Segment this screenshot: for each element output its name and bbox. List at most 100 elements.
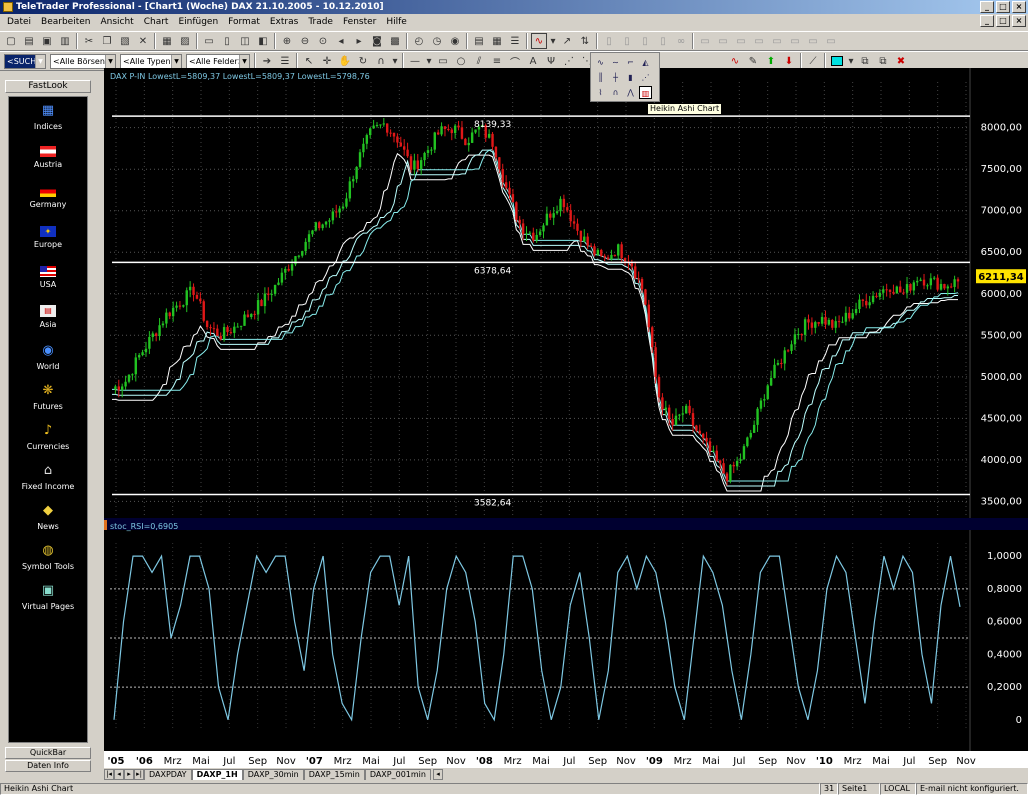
copy-icon[interactable]: ❐: [99, 33, 115, 49]
daten-info-button[interactable]: Daten Info: [5, 760, 91, 772]
binoculars-icon[interactable]: ∞: [673, 33, 689, 49]
exchanges-combo[interactable]: <Alle Börsen> ▼: [50, 53, 116, 69]
mdi-close-button[interactable]: ×: [1012, 15, 1026, 27]
fastlook-item-virtual-pages[interactable]: ▣ Virtual Pages: [9, 577, 87, 617]
tool4-icon[interactable]: ▭: [751, 33, 767, 49]
renko-chart-icon[interactable]: ∩: [609, 86, 622, 99]
menu-fenster[interactable]: Fenster: [338, 17, 381, 27]
trendline-icon[interactable]: ⟋: [805, 53, 821, 69]
fastlook-item-germany[interactable]: Germany: [9, 177, 87, 217]
tool3-icon[interactable]: ▭: [733, 33, 749, 49]
cut-icon[interactable]: ✂: [81, 33, 97, 49]
print-icon[interactable]: ▦: [159, 33, 175, 49]
maximize-button[interactable]: □: [996, 1, 1010, 13]
hand-icon[interactable]: ✋: [337, 53, 353, 69]
arrow-down-icon[interactable]: ⬇: [781, 53, 797, 69]
fastlook-item-world[interactable]: ◉ World: [9, 337, 87, 377]
list-icon[interactable]: ☰: [507, 33, 523, 49]
table-icon[interactable]: ▤: [471, 33, 487, 49]
draw-icon[interactable]: ✎: [745, 53, 761, 69]
zoom-all-icon[interactable]: ⊙: [315, 33, 331, 49]
doc-icon[interactable]: ▯: [601, 33, 617, 49]
monitor-icon[interactable]: ▭: [201, 33, 217, 49]
menu-ansicht[interactable]: Ansicht: [95, 17, 138, 27]
wave-chart-icon[interactable]: ∼: [609, 56, 622, 69]
menu-extras[interactable]: Extras: [265, 17, 303, 27]
tool7-icon[interactable]: ▭: [805, 33, 821, 49]
point-chart-icon[interactable]: ⋰: [639, 71, 652, 84]
pitchfork-icon[interactable]: Ψ: [543, 53, 559, 69]
chart-type-dropdown-icon[interactable]: ▾: [549, 33, 557, 49]
doc3-icon[interactable]: ▯: [637, 33, 653, 49]
mdi-minimize-button[interactable]: _: [980, 15, 994, 27]
clock-icon[interactable]: ◴: [411, 33, 427, 49]
chart-table-icon[interactable]: ▦: [489, 33, 505, 49]
minimize-button[interactable]: _: [980, 1, 994, 13]
fastlook-item-news[interactable]: ◆ News: [9, 497, 87, 537]
quickbar-button[interactable]: QuickBar: [5, 747, 91, 759]
screen-icon[interactable]: ▯: [219, 33, 235, 49]
tab-daxpday[interactable]: DAXPDAY: [144, 769, 192, 780]
save-icon[interactable]: ▣: [39, 33, 55, 49]
close-button[interactable]: ×: [1012, 1, 1026, 13]
swing-chart-icon[interactable]: ⋀: [624, 86, 637, 99]
text-icon[interactable]: A: [525, 53, 541, 69]
fastlook-item-futures[interactable]: ❋ Futures: [9, 377, 87, 417]
color-icon[interactable]: [829, 53, 845, 69]
fastlook-item-asia[interactable]: ▤ Asia: [9, 297, 87, 337]
wave-icon[interactable]: ∿: [727, 53, 743, 69]
menu-einfuegen[interactable]: Einfügen: [173, 17, 223, 27]
tool2-icon[interactable]: ▭: [715, 33, 731, 49]
select-objects-icon[interactable]: ⧉: [857, 53, 873, 69]
scroll-right-icon[interactable]: ▸: [351, 33, 367, 49]
fastlook-item-europe[interactable]: ✦ Europe: [9, 217, 87, 257]
chart-type-icon[interactable]: ∿: [531, 33, 547, 49]
scroll-left-icon[interactable]: ◂: [333, 33, 349, 49]
bar-chart-icon[interactable]: ║: [594, 71, 607, 84]
fastlook-item-indices[interactable]: ▦ Indices: [9, 97, 87, 137]
ball-icon[interactable]: ◉: [447, 33, 463, 49]
rotate-icon[interactable]: ↻: [355, 53, 371, 69]
fields-combo[interactable]: <Alle Felder> ▼: [186, 53, 250, 69]
list-view-icon[interactable]: ☰: [277, 53, 293, 69]
tab-last-icon[interactable]: ▸|: [134, 769, 144, 780]
tool1-icon[interactable]: ▭: [697, 33, 713, 49]
tool5-icon[interactable]: ▭: [769, 33, 785, 49]
delete-icon[interactable]: ✕: [135, 33, 151, 49]
color-dropdown-icon[interactable]: ▾: [847, 53, 855, 69]
doc2-icon[interactable]: ▯: [619, 33, 635, 49]
tab-daxp-1h[interactable]: DAXP_1H: [191, 769, 243, 780]
fastlook-item-usa[interactable]: USA: [9, 257, 87, 297]
doc4-icon[interactable]: ▯: [655, 33, 671, 49]
print-preview-icon[interactable]: ▨: [177, 33, 193, 49]
go-icon[interactable]: ➔: [259, 53, 275, 69]
menu-format[interactable]: Format: [223, 17, 265, 27]
save-all-icon[interactable]: ▥: [57, 33, 73, 49]
magnet-dropdown-icon[interactable]: ▾: [391, 53, 399, 69]
open-icon[interactable]: ▤: [21, 33, 37, 49]
types-combo[interactable]: <Alle Typen> ▼: [120, 53, 182, 69]
ohlc-chart-icon[interactable]: ┼: [609, 71, 622, 84]
clock-select-icon[interactable]: ◷: [429, 33, 445, 49]
tab-daxp-001min[interactable]: DAXP_001min: [364, 769, 431, 780]
fastlook-item-fixed-income[interactable]: ⌂ Fixed Income: [9, 457, 87, 497]
menu-datei[interactable]: Datei: [2, 17, 36, 27]
fastlook-item-symbol-tools[interactable]: ◍ Symbol Tools: [9, 537, 87, 577]
line-chart-icon[interactable]: ∿: [594, 56, 607, 69]
fastlook-item-currencies[interactable]: ♪ Currencies: [9, 417, 87, 457]
chart-area[interactable]: 8000,00 7500,00 7000,00 6500,00 6000,00 5500,…: [104, 68, 1028, 768]
tab-first-icon[interactable]: |◂: [104, 769, 114, 780]
menu-bearbeiten[interactable]: Bearbeiten: [36, 17, 95, 27]
magnet-icon[interactable]: ∩: [373, 53, 389, 69]
window-icon[interactable]: ◫: [237, 33, 253, 49]
mdi-restore-button[interactable]: □: [996, 15, 1010, 27]
arc-icon[interactable]: ⌒: [507, 53, 523, 69]
tab-prev-icon[interactable]: ◂: [114, 769, 124, 780]
zoom-in-icon[interactable]: ⊕: [279, 33, 295, 49]
menu-hilfe[interactable]: Hilfe: [381, 17, 411, 27]
kagi-chart-icon[interactable]: ⌇: [594, 86, 607, 99]
menu-trade[interactable]: Trade: [303, 17, 338, 27]
menu-chart[interactable]: Chart: [139, 17, 174, 27]
pointer-icon[interactable]: ↖: [301, 53, 317, 69]
crosshair-icon[interactable]: ✛: [319, 53, 335, 69]
